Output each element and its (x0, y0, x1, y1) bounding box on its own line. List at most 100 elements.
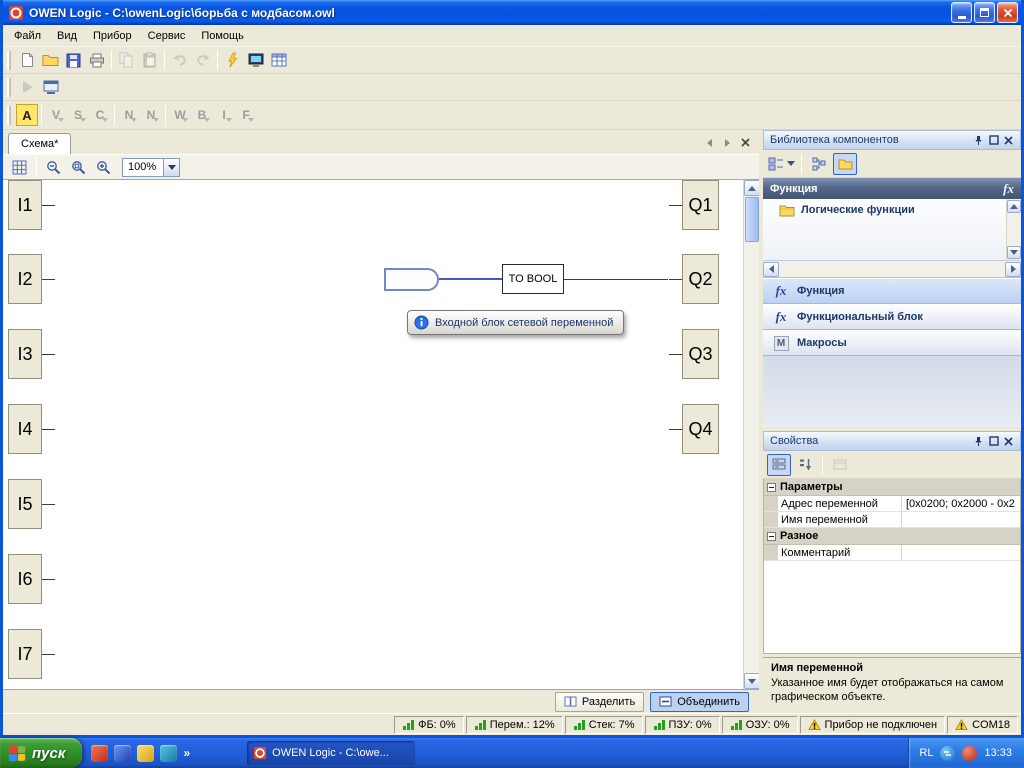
pin-icon[interactable] (971, 434, 986, 448)
conversion-button-2: S (67, 104, 89, 126)
float-window-icon[interactable] (986, 133, 1001, 147)
network-variable-block[interactable] (384, 268, 439, 291)
zoom-fit-button[interactable] (92, 156, 115, 178)
output-block[interactable]: Q2 (682, 254, 719, 304)
scroll-right-button[interactable] (1005, 262, 1021, 277)
close-panel-icon[interactable] (1001, 434, 1016, 448)
tree-scrollbar[interactable] (1006, 199, 1021, 260)
tree-scroll-down-button[interactable] (1007, 246, 1021, 259)
menu-device[interactable]: Прибор (85, 27, 140, 45)
menu-help[interactable]: Помощь (193, 27, 252, 45)
tab-close-button[interactable] (737, 135, 753, 150)
tree-scroll-up-button[interactable] (1007, 200, 1021, 213)
pin-icon[interactable] (971, 133, 986, 147)
menu-bar: Файл Вид Прибор Сервис Помощь (3, 25, 1021, 47)
menu-file[interactable]: Файл (6, 27, 49, 45)
start-button[interactable]: пуск (0, 738, 82, 768)
print-button[interactable] (85, 49, 108, 71)
close-panel-icon[interactable] (1001, 133, 1016, 147)
library-panel-title: Библиотека компонентов (770, 134, 971, 146)
quick-launch-icon-3[interactable] (137, 745, 154, 762)
device-button[interactable] (244, 49, 267, 71)
section-function[interactable]: fx Функция (763, 278, 1021, 304)
canvas-vertical-scrollbar[interactable] (743, 180, 759, 689)
open-file-button[interactable] (39, 49, 62, 71)
taskbar-app-button[interactable]: OWEN Logic - C:\owe... (247, 741, 415, 765)
to-bool-block[interactable]: TO BOOL (502, 264, 564, 294)
input-block[interactable]: I1 (8, 180, 42, 230)
toolbar-grip[interactable] (7, 78, 11, 97)
quick-launch-icon-1[interactable] (91, 745, 108, 762)
output-block[interactable]: Q1 (682, 180, 719, 230)
zoom-value: 100% (123, 159, 163, 176)
title-bar[interactable]: OWEN Logic - C:\owenLogic\борьба с модба… (3, 0, 1021, 25)
section-label: Функция (797, 285, 845, 297)
tab-scroll-left-button[interactable] (701, 135, 717, 150)
property-label: Имя переменной (778, 512, 902, 527)
categorized-button[interactable] (767, 454, 791, 476)
scroll-down-button[interactable] (744, 673, 759, 689)
simulation-button[interactable] (221, 49, 244, 71)
split-label: Разделить (582, 696, 635, 708)
quick-launch-icon-4[interactable] (160, 745, 177, 762)
section-macros[interactable]: M Макросы (763, 330, 1021, 356)
toolbar-grip[interactable] (7, 51, 11, 70)
property-value[interactable] (902, 512, 1020, 527)
collapse-icon[interactable] (767, 532, 776, 541)
zoom-out-button[interactable] (42, 156, 65, 178)
save-button[interactable] (62, 49, 85, 71)
toolbar-grip[interactable] (7, 106, 11, 125)
scroll-left-button[interactable] (763, 262, 779, 277)
minimize-button[interactable] (951, 2, 972, 23)
view-mode-button[interactable] (767, 153, 796, 175)
maximize-button[interactable] (974, 2, 995, 23)
close-button[interactable] (997, 2, 1018, 23)
tab-schema[interactable]: Схема* (8, 133, 71, 154)
tray-network-icon[interactable] (940, 746, 955, 761)
new-file-button[interactable] (16, 49, 39, 71)
property-value[interactable] (902, 545, 1020, 560)
schematic-canvas[interactable]: I1 I2 I3 I4 I5 I6 I7 Q1 Q2 Q3 Q4 TO BOOL (3, 180, 759, 689)
input-block[interactable]: I7 (8, 629, 42, 679)
language-indicator[interactable]: RL (919, 747, 933, 759)
property-value[interactable]: [0x0200; 0x2000 - 0x2 (902, 496, 1020, 511)
insert-text-button[interactable]: A (16, 104, 38, 126)
scroll-up-button[interactable] (744, 180, 759, 196)
quick-launch-icon-2[interactable] (114, 745, 131, 762)
input-block[interactable]: I2 (8, 254, 42, 304)
zoom-window-button[interactable] (67, 156, 90, 178)
float-window-icon[interactable] (986, 434, 1001, 448)
description-title: Имя переменной (771, 662, 1013, 674)
folders-view-button[interactable] (833, 153, 857, 175)
zoom-dropdown-button[interactable] (163, 159, 179, 176)
output-block[interactable]: Q3 (682, 329, 719, 379)
tab-scroll-right-button[interactable] (719, 135, 735, 150)
collapse-icon[interactable] (767, 483, 776, 492)
section-label: Функциональный блок (797, 311, 923, 323)
window-title: OWEN Logic - C:\owenLogic\борьба с модба… (29, 6, 946, 20)
section-function-block[interactable]: fx Функциональный блок (763, 304, 1021, 330)
quick-launch-overflow[interactable]: » (183, 746, 190, 760)
tree-item-logic-functions[interactable]: Логические функции (763, 199, 1021, 221)
output-block[interactable]: Q4 (682, 404, 719, 454)
merge-button[interactable]: Объединить (650, 692, 749, 712)
variables-table-button[interactable] (267, 49, 290, 71)
library-group-header[interactable]: Функция fx (763, 178, 1021, 199)
tray-app-icon[interactable] (962, 746, 977, 761)
menu-service[interactable]: Сервис (140, 27, 194, 45)
library-horizontal-scrollbar[interactable] (763, 261, 1021, 278)
menu-view[interactable]: Вид (49, 27, 85, 45)
online-monitor-button[interactable] (39, 76, 62, 98)
document-pane: Схема* 100% (3, 130, 759, 713)
alphabetical-sort-button[interactable] (793, 454, 817, 476)
input-block[interactable]: I4 (8, 404, 42, 454)
split-button[interactable]: Разделить (555, 692, 644, 712)
status-bar: ФБ: 0% Перем.: 12% Стек: 7% ПЗУ: 0% ОЗУ:… (3, 713, 1021, 735)
zoom-combobox[interactable]: 100% (122, 158, 180, 177)
input-block[interactable]: I5 (8, 479, 42, 529)
scroll-thumb[interactable] (745, 197, 759, 242)
grid-toggle-button[interactable] (8, 156, 31, 178)
input-block[interactable]: I6 (8, 554, 42, 604)
sort-button[interactable] (807, 153, 831, 175)
input-block[interactable]: I3 (8, 329, 42, 379)
